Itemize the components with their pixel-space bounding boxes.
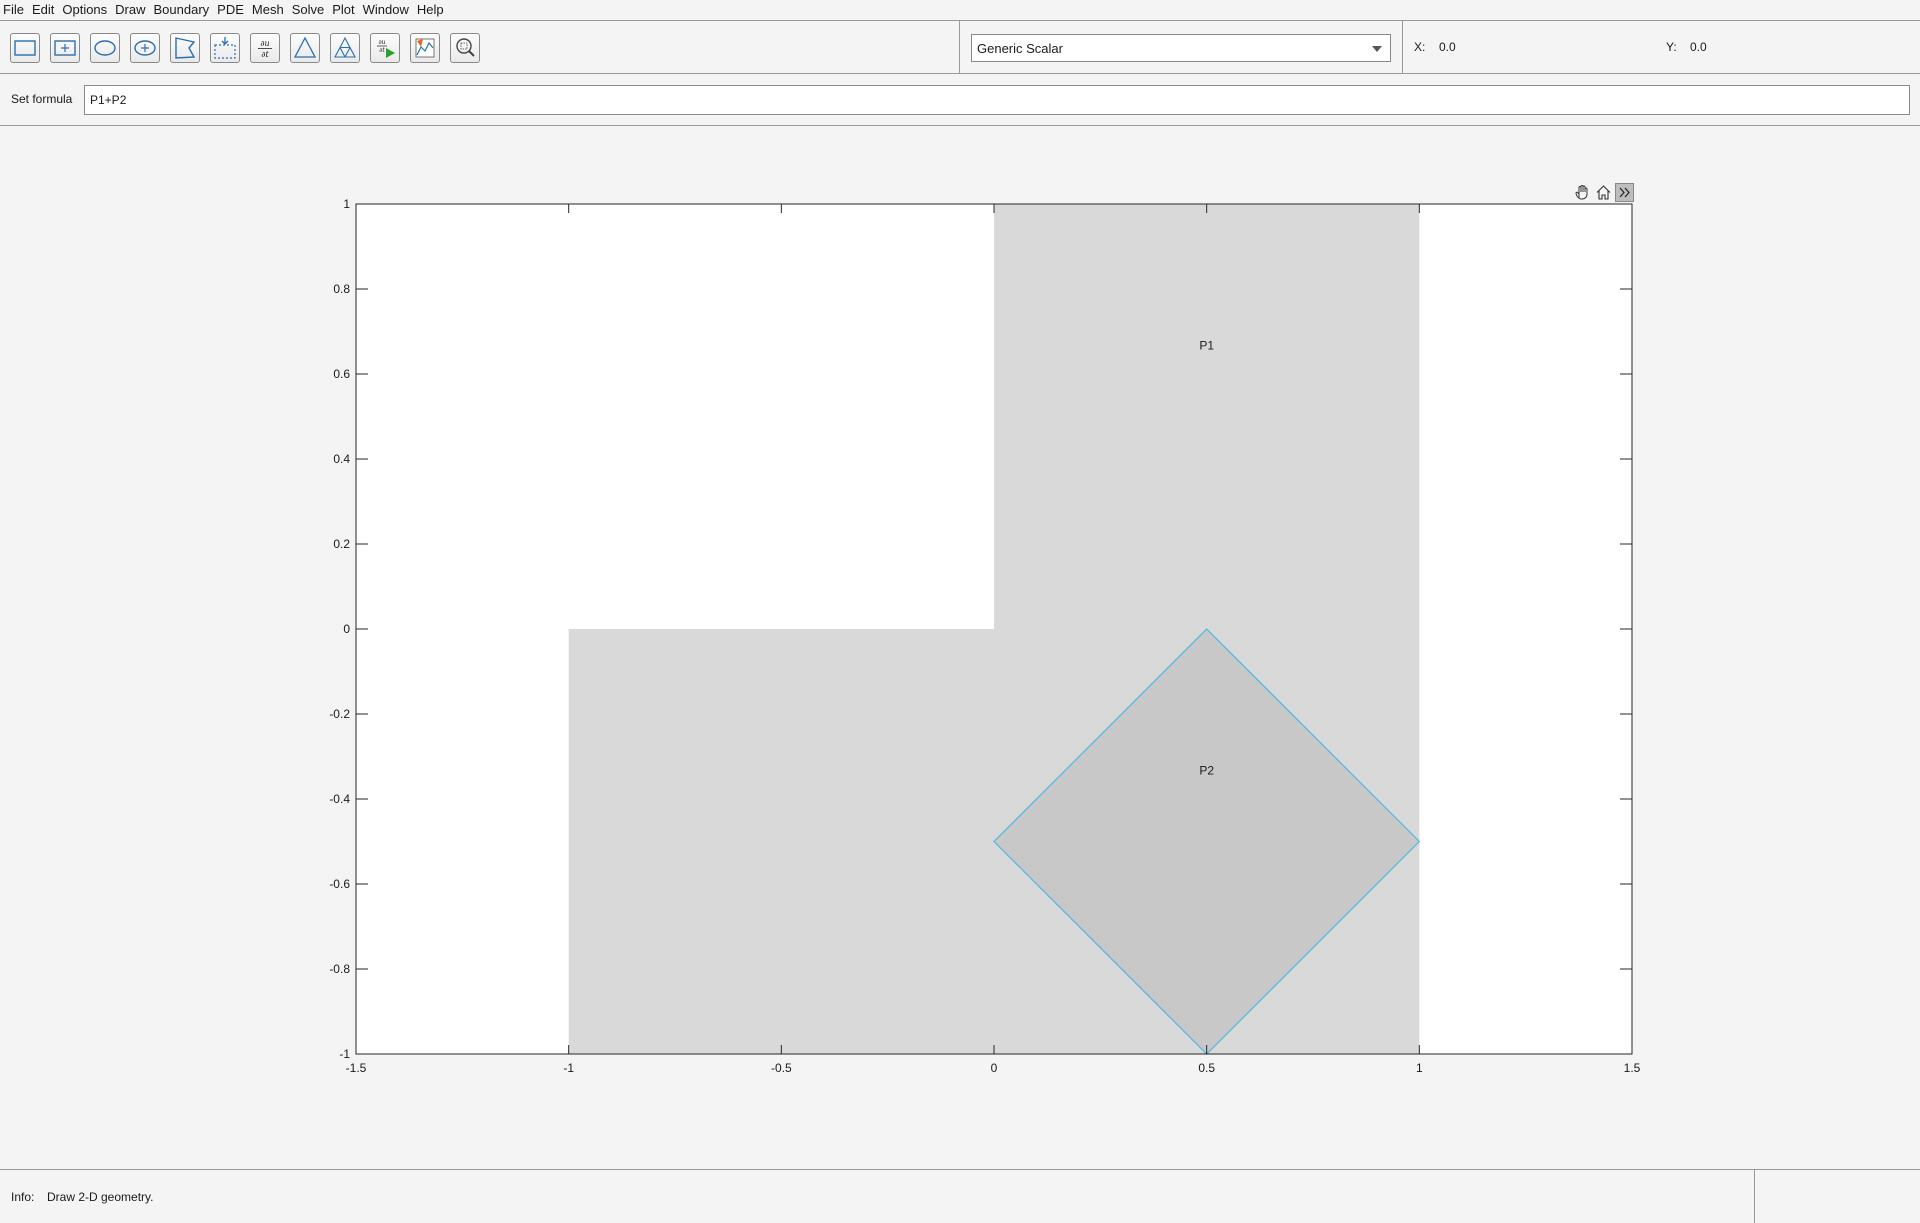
- status-label: Info:: [11, 1190, 35, 1204]
- y-tick-label: 0: [343, 622, 350, 636]
- y-tick-label: 1: [343, 197, 350, 211]
- x-tick-label: 1.5: [1624, 1061, 1641, 1075]
- shape-label-p1: P1: [1199, 339, 1214, 353]
- status-message: Draw 2-D geometry.: [47, 1190, 154, 1204]
- x-tick-label: 0.5: [1198, 1061, 1215, 1075]
- geometry-plot[interactable]: P1P2-1.5 -1 -0.5 0 0.5 1 1.5-1-0.8-0.6-0.4-0.2…: [0, 0, 1920, 1222]
- x-tick-label: 1: [1416, 1061, 1423, 1075]
- y-tick-label: 0.8: [333, 282, 350, 296]
- y-tick-label: 0.4: [333, 452, 350, 466]
- shape-label-p2: P2: [1199, 764, 1214, 778]
- x-tick-label: 0: [991, 1061, 998, 1075]
- x-tick-label: -0.5: [771, 1061, 792, 1075]
- y-tick-label: 0.6: [333, 367, 350, 381]
- x-tick-label: -1.5: [346, 1061, 367, 1075]
- y-tick-label: -0.4: [329, 792, 350, 806]
- y-tick-label: -1: [339, 1047, 350, 1061]
- y-tick-label: 0.2: [333, 537, 350, 551]
- y-tick-label: -0.8: [329, 962, 350, 976]
- status-separator: [1754, 1170, 1755, 1223]
- y-tick-label: -0.6: [329, 877, 350, 891]
- status-bar: Info: Draw 2-D geometry.: [0, 1169, 1920, 1223]
- y-tick-label: -0.2: [329, 707, 350, 721]
- x-tick-label: -1: [563, 1061, 574, 1075]
